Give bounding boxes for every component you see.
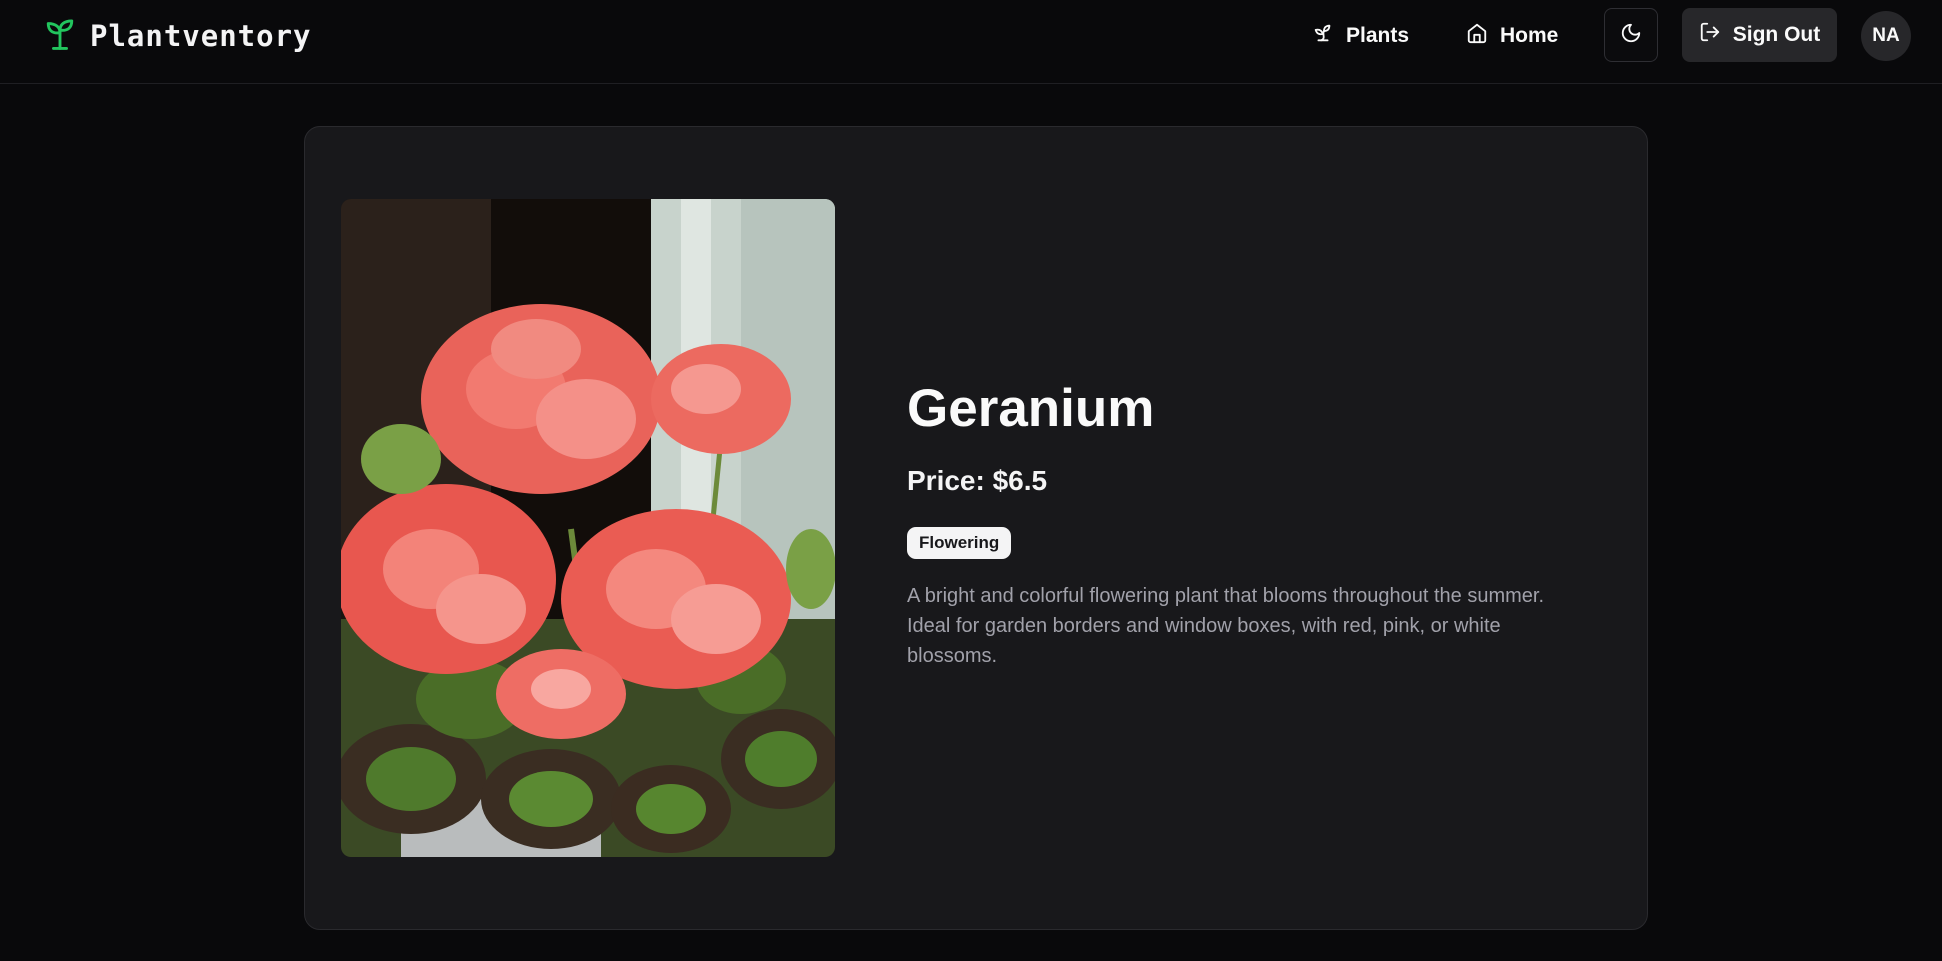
nav-plants-label: Plants [1346, 24, 1410, 47]
sprout-icon [1312, 22, 1334, 50]
nav-home-link[interactable]: Home [1466, 14, 1558, 58]
plant-description: A bright and colorful flowering plant th… [907, 584, 1545, 667]
moon-icon [1620, 22, 1642, 49]
plant-image [341, 199, 835, 857]
theme-toggle-button[interactable] [1604, 8, 1658, 62]
log-out-icon [1699, 21, 1721, 49]
category-badge: Flowering [907, 526, 1012, 559]
sign-out-button[interactable]: Sign Out [1682, 8, 1837, 62]
home-icon [1466, 22, 1488, 50]
plant-detail-card: Geranium Price: $6.5 Flowering A bright … [304, 126, 1648, 930]
sign-out-label: Sign Out [1732, 23, 1821, 46]
sprout-icon [44, 17, 76, 56]
brand-logo-link[interactable]: Plantventory [44, 16, 312, 56]
nav-plants-link[interactable]: Plants [1312, 14, 1409, 58]
plant-price: Price: $6.5 [907, 464, 1048, 496]
plant-info: Geranium Price: $6.5 Flowering A bright … [907, 377, 1587, 671]
top-navbar: Plantventory Plants Home Sign Out NA [0, 0, 1942, 84]
brand-name: Plantventory [90, 19, 312, 53]
user-avatar[interactable]: NA [1861, 11, 1911, 61]
plant-name: Geranium [907, 379, 1155, 438]
nav-home-label: Home [1500, 24, 1559, 47]
